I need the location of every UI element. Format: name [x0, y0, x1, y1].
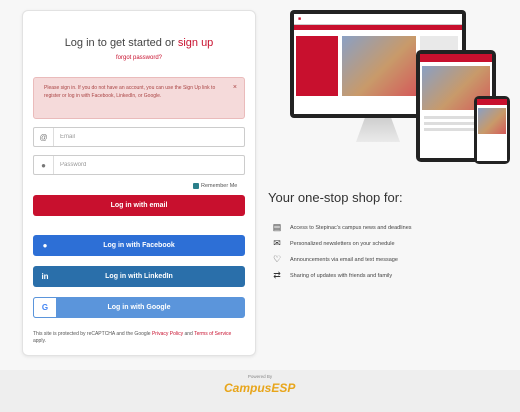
news-icon: ▤ [272, 222, 282, 232]
password-input[interactable] [54, 156, 244, 174]
desktop-header-logo: ■ [294, 14, 462, 25]
google-icon: G [33, 297, 57, 318]
remember-me[interactable]: Remember Me [193, 183, 237, 189]
mail-icon: ✉ [273, 238, 281, 248]
bell-icon: ♡ [272, 254, 282, 264]
phone-header [477, 99, 507, 105]
email-field: @ [33, 127, 245, 147]
desktop-hero-photo [342, 36, 416, 96]
feature-item: ♡ Announcements via email and text messa… [270, 254, 398, 265]
facebook-icon: ● [42, 241, 48, 250]
facebook-login-button[interactable]: ● Log in with Facebook [33, 235, 245, 256]
share-icon: ⇄ [273, 270, 281, 280]
linkedin-login-button[interactable]: in Log in with LinkedIn [33, 266, 245, 287]
linkedin-icon: in [41, 272, 49, 281]
linkedin-login-label: Log in with LinkedIn [105, 273, 173, 280]
feature-item: ▤ Access to Stepinac's campus news and d… [270, 222, 412, 233]
tablet-header [420, 54, 492, 62]
google-login-label: Log in with Google [107, 304, 171, 311]
recaptcha-text: This site is protected by reCAPTCHA and … [33, 331, 152, 337]
feature-text: Announcements via email and text message [290, 256, 398, 263]
email-icon: @ [34, 128, 54, 146]
sign-up-link[interactable]: sign up [178, 37, 213, 49]
recaptcha-suffix: apply. [33, 338, 46, 344]
campusesp-logo[interactable]: CampusESP [224, 381, 295, 395]
recaptcha-notice: This site is protected by reCAPTCHA and … [33, 331, 245, 345]
phone-screen [477, 99, 507, 161]
remember-checkbox[interactable] [193, 183, 199, 189]
phone-mockup [474, 96, 510, 164]
terms-link[interactable]: Terms of Service [194, 331, 231, 337]
feature-text: Sharing of updates with friends and fami… [290, 272, 393, 279]
login-card: Log in to get started or sign up forgot … [22, 10, 256, 356]
feature-item: ⇄ Sharing of updates with friends and fa… [270, 270, 392, 281]
lock-icon: ● [34, 156, 54, 174]
alert-text: Please sign in. If you do not have an ac… [44, 85, 216, 99]
forgot-password-link[interactable]: forgot password? [23, 55, 255, 61]
feature-item: ✉ Personalized newsletters on your sched… [270, 238, 395, 249]
email-login-label: Log in with email [110, 202, 168, 209]
facebook-login-label: Log in with Facebook [103, 242, 175, 249]
login-title-text: Log in to get started or [64, 37, 178, 49]
google-login-button[interactable]: G Log in with Google [33, 297, 245, 318]
login-title: Log in to get started or sign up [23, 37, 255, 49]
feature-text: Access to Stepinac's campus news and dea… [290, 224, 412, 231]
desktop-sidebar [296, 36, 338, 96]
recaptcha-and: and [183, 331, 195, 337]
feature-text: Personalized newsletters on your schedul… [290, 240, 395, 247]
remember-label: Remember Me [201, 183, 238, 189]
privacy-policy-link[interactable]: Privacy Policy [152, 331, 183, 337]
desktop-nav-bar [294, 25, 462, 30]
email-input[interactable] [54, 128, 244, 146]
info-alert: Please sign in. If you do not have an ac… [33, 77, 245, 119]
alert-close-icon[interactable]: × [233, 84, 237, 92]
powered-by-text: Powered By [247, 374, 273, 379]
email-login-button[interactable]: Log in with email [33, 195, 245, 216]
phone-photo [478, 108, 506, 134]
password-field: ● [33, 155, 245, 175]
promo-title: Your one-stop shop for: [268, 190, 403, 205]
